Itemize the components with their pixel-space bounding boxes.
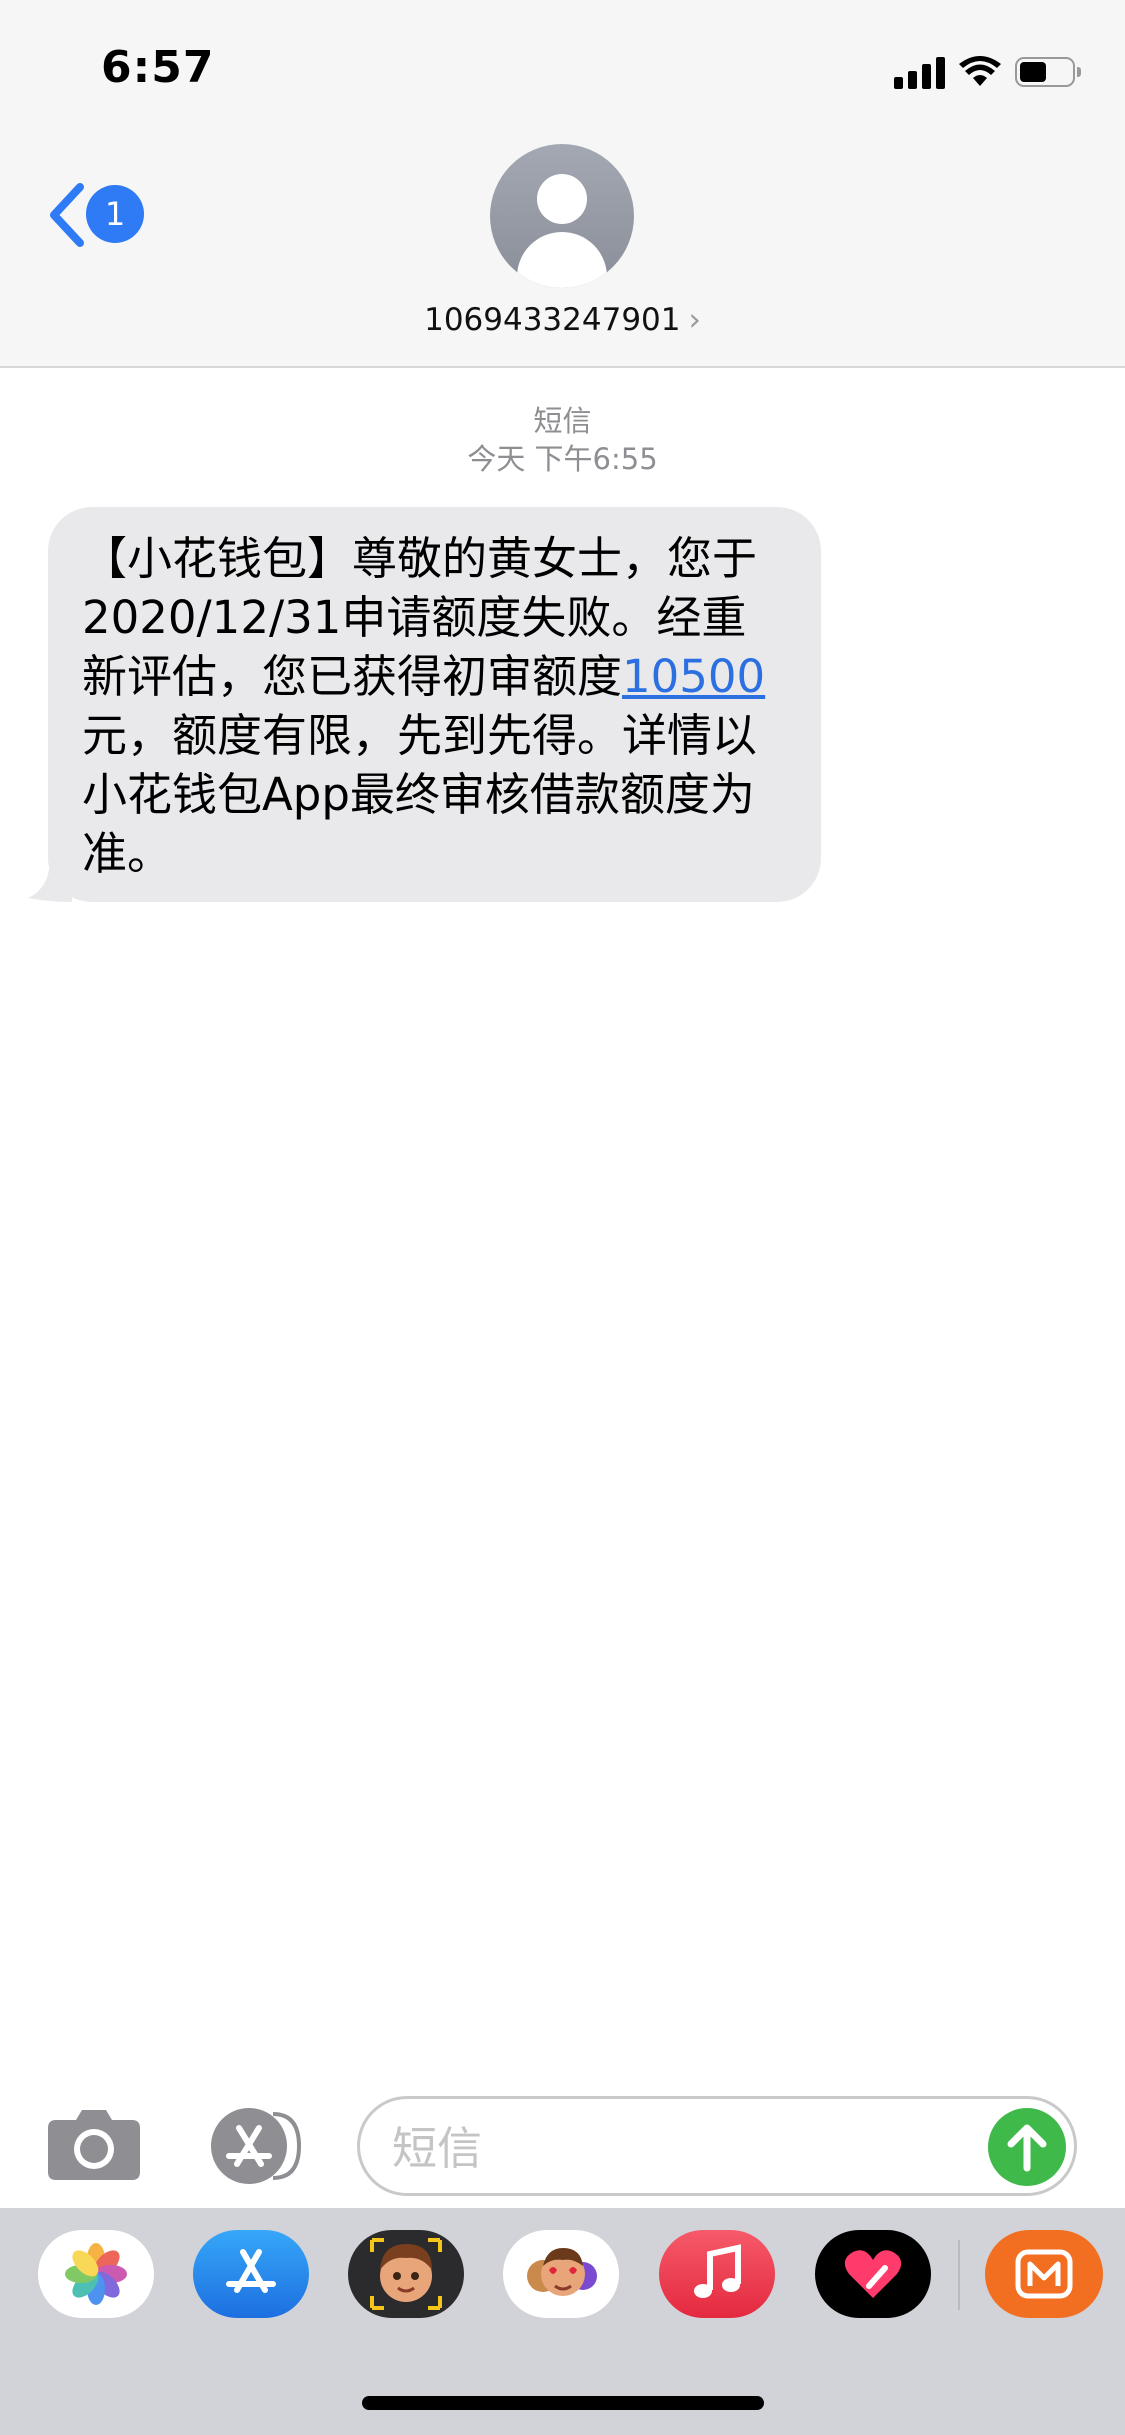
memoji-stickers-app-button[interactable] xyxy=(503,2230,619,2318)
message-link-amount[interactable]: 10500 xyxy=(622,650,765,703)
conversation-header: 6:57 1 1069433247901 › xyxy=(0,0,1125,368)
memoji-stickers-icon xyxy=(527,2248,597,2296)
thread-info: 短信 今天 下午6:55 xyxy=(0,402,1125,478)
message-timestamp: 今天 下午6:55 xyxy=(467,442,658,476)
appstore-icon xyxy=(226,2249,276,2293)
app-store-button[interactable] xyxy=(203,2108,303,2184)
cellular-signal-icon xyxy=(894,55,945,89)
mango-tv-app-button[interactable] xyxy=(985,2230,1103,2318)
chevron-left-icon xyxy=(50,183,84,247)
app-drawer xyxy=(0,2208,1125,2435)
unread-badge: 1 xyxy=(86,185,144,243)
status-icons xyxy=(894,50,1081,94)
contact-name-button[interactable]: 1069433247901 › xyxy=(0,302,1125,338)
person-icon xyxy=(537,174,587,224)
appstore-icon xyxy=(211,2108,302,2184)
mango-tv-icon xyxy=(1015,2249,1073,2299)
photos-icon xyxy=(65,2243,127,2305)
music-icon xyxy=(694,2244,741,2298)
message-input[interactable] xyxy=(390,2119,934,2177)
message-input-field[interactable] xyxy=(357,2096,1077,2196)
photos-app-button[interactable] xyxy=(38,2230,154,2318)
wifi-icon xyxy=(959,56,1001,88)
service-label: 短信 xyxy=(533,404,592,438)
chevron-right-icon: › xyxy=(688,302,701,338)
message-text-end: 元，额度有限，先到先得。详情以小花钱包App最终审核借款额度为准。 xyxy=(82,709,758,880)
back-button[interactable]: 1 xyxy=(46,180,146,250)
contact-number: 1069433247901 xyxy=(424,302,681,338)
app-store-app-button[interactable] xyxy=(193,2230,309,2318)
digital-touch-app-button[interactable] xyxy=(815,2230,931,2318)
memoji-icon xyxy=(370,2238,442,2310)
contact-avatar[interactable] xyxy=(490,144,634,288)
camera-icon xyxy=(48,2110,140,2180)
message-bubble[interactable]: 【小花钱包】尊敬的黄女士，您于2020/12/31申请额度失败。经重新评估，您已… xyxy=(48,507,821,902)
home-indicator xyxy=(362,2396,764,2410)
send-button[interactable] xyxy=(988,2108,1066,2186)
memoji-app-button[interactable] xyxy=(348,2230,464,2318)
digital-touch-icon xyxy=(844,2250,902,2298)
camera-button[interactable] xyxy=(48,2108,140,2180)
drawer-divider xyxy=(958,2240,960,2310)
arrow-up-icon xyxy=(1007,2124,1047,2172)
battery-icon xyxy=(1015,57,1081,87)
status-time: 6:57 xyxy=(101,42,215,93)
music-app-button[interactable] xyxy=(659,2230,775,2318)
